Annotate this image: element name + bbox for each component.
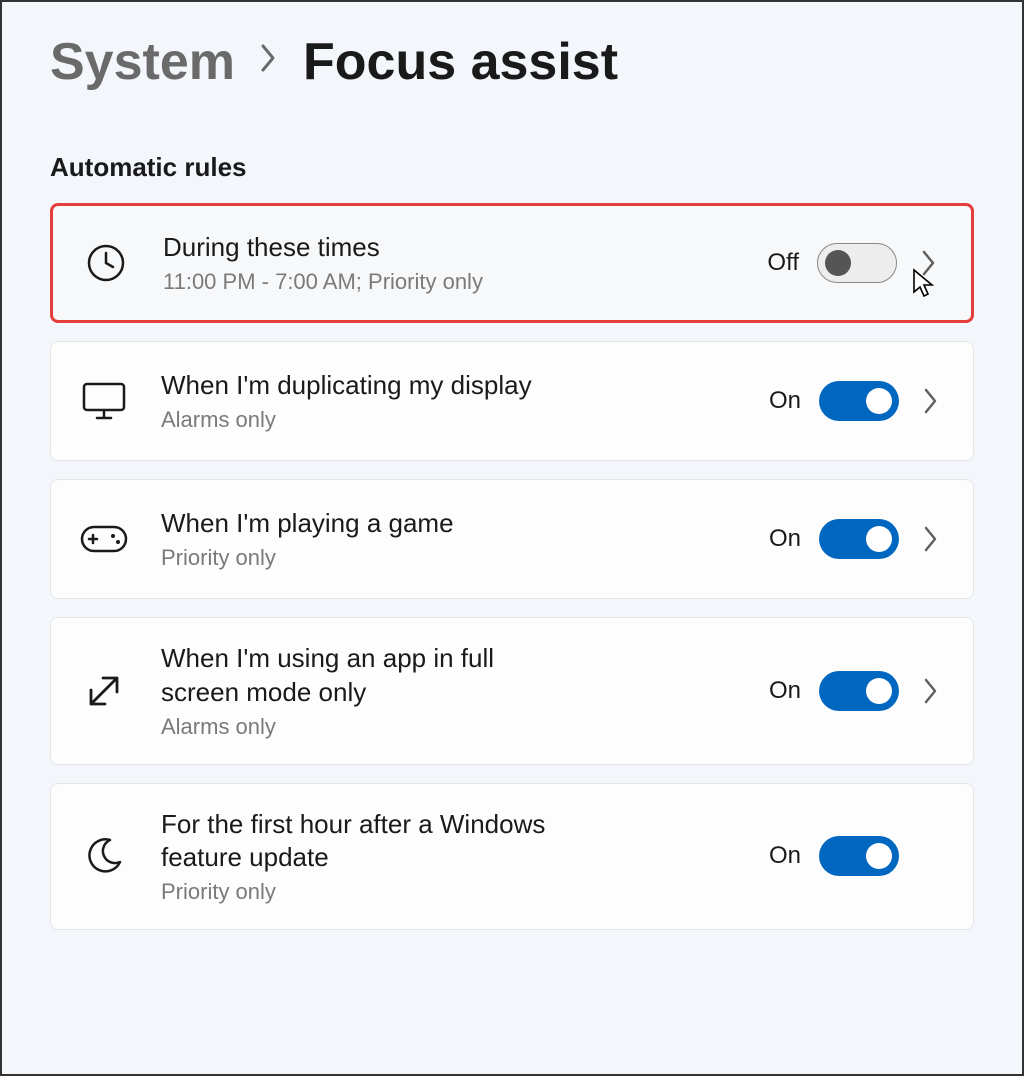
moon-icon [79, 836, 129, 876]
chevron-right-icon[interactable] [917, 525, 945, 553]
toggle-switch[interactable] [819, 671, 899, 711]
rule-title: When I'm playing a game [161, 507, 579, 541]
toggle-switch[interactable] [819, 519, 899, 559]
rule-title: During these times [163, 231, 581, 265]
rule-subtitle: Alarms only [161, 714, 579, 740]
gamepad-icon [79, 523, 129, 555]
toggle-state-label: Off [767, 249, 799, 277]
rule-title: When I'm duplicating my display [161, 369, 579, 403]
monitor-icon [79, 380, 129, 422]
breadcrumb: System Focus assist [50, 32, 974, 92]
toggle-state-label: On [769, 677, 801, 705]
toggle-switch[interactable] [819, 381, 899, 421]
breadcrumb-parent[interactable]: System [50, 32, 235, 92]
rule-after-update[interactable]: For the first hour after a Windows featu… [50, 783, 974, 931]
rule-title: For the first hour after a Windows featu… [161, 808, 579, 876]
rule-during-times[interactable]: During these times 11:00 PM - 7:00 AM; P… [50, 203, 974, 323]
rule-duplicating-display[interactable]: When I'm duplicating my display Alarms o… [50, 341, 974, 461]
rule-subtitle: Alarms only [161, 407, 579, 433]
chevron-right-icon[interactable] [917, 387, 945, 415]
rule-playing-game[interactable]: When I'm playing a game Priority only On [50, 479, 974, 599]
chevron-right-icon[interactable] [917, 677, 945, 705]
toggle-state-label: On [769, 525, 801, 553]
expand-icon [79, 670, 129, 712]
rule-fullscreen-app[interactable]: When I'm using an app in full screen mod… [50, 617, 974, 765]
toggle-state-label: On [769, 387, 801, 415]
rule-subtitle: 11:00 PM - 7:00 AM; Priority only [163, 269, 581, 295]
rule-title: When I'm using an app in full screen mod… [161, 642, 579, 710]
section-title: Automatic rules [50, 152, 974, 183]
toggle-state-label: On [769, 842, 801, 870]
breadcrumb-current: Focus assist [303, 32, 618, 92]
rule-subtitle: Priority only [161, 545, 579, 571]
chevron-right-icon [259, 41, 279, 83]
clock-icon [81, 243, 131, 283]
rule-subtitle: Priority only [161, 879, 579, 905]
toggle-switch[interactable] [819, 836, 899, 876]
toggle-switch[interactable] [817, 243, 897, 283]
rules-list: During these times 11:00 PM - 7:00 AM; P… [50, 203, 974, 930]
chevron-right-icon[interactable] [915, 249, 943, 277]
